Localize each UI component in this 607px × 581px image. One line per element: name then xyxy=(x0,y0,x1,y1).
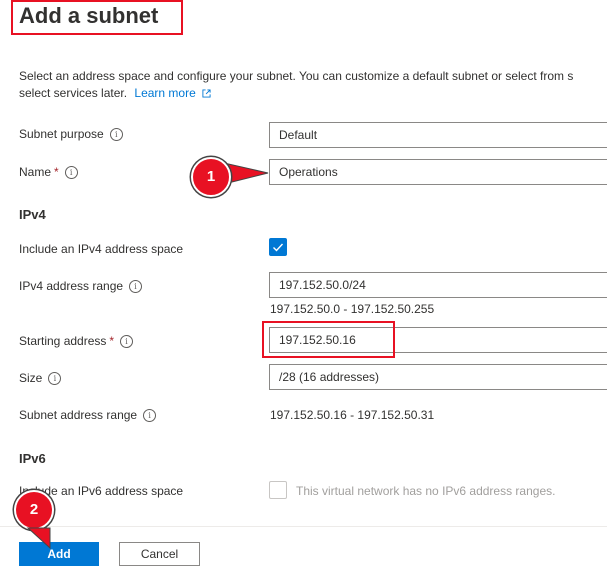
callout-arrow xyxy=(26,527,51,550)
add-subnet-dialog: Add a subnet Select an address space and… xyxy=(0,0,607,581)
